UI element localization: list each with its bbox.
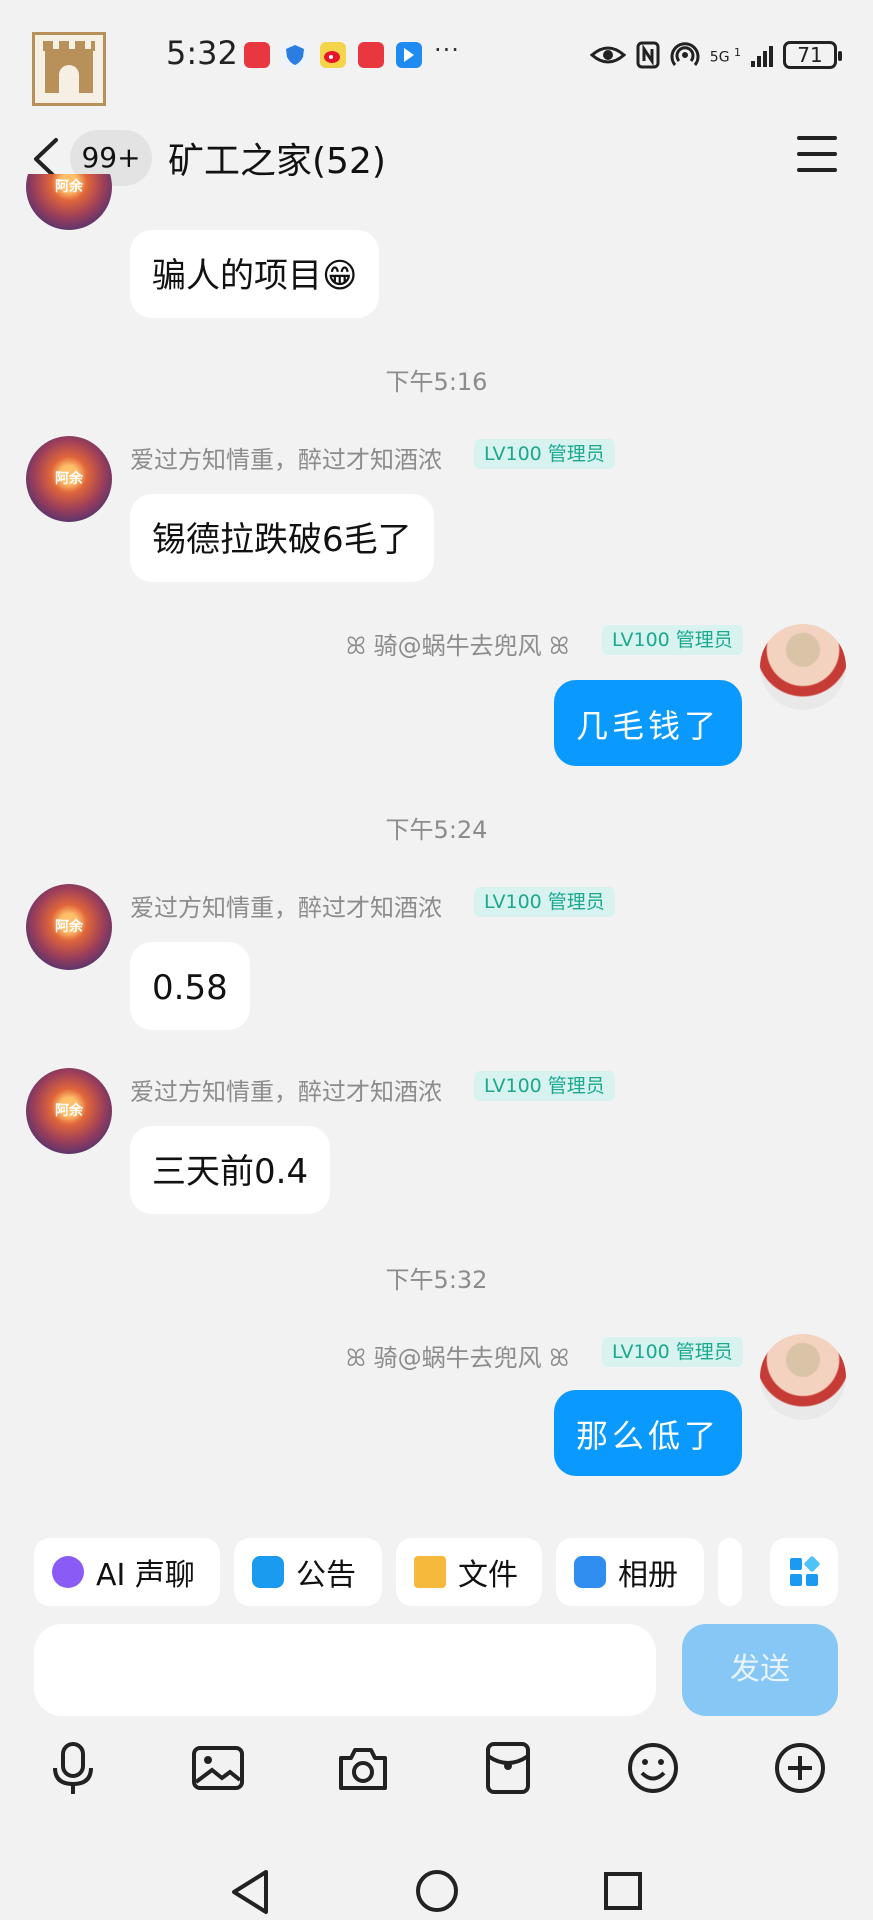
admin-badge: LV100 管理员 [602,625,743,655]
red-packet-icon[interactable] [480,1740,536,1796]
sender-name[interactable]: 爱过方知情重，醉过才知酒浓 [130,888,442,923]
app-grid-icon [790,1556,820,1586]
chat-header: 99+ 矿工之家(52) [0,112,873,212]
huawei-notification-icon [244,42,270,68]
chip-label: 公告 [296,1558,356,1593]
shield-notification-icon [282,42,308,68]
sim-index-label: 1 [734,45,741,59]
avatar[interactable]: 阿余 [26,1068,112,1154]
timestamp: 下午5:24 [385,816,488,844]
ai-voice-chat-chip[interactable]: AI 声聊 [34,1538,220,1606]
avatar[interactable] [760,624,846,710]
more-notifications-icon: ··· [434,36,460,64]
chip-label: 相册 [618,1558,678,1593]
admin-badge: LV100 管理员 [474,1071,615,1101]
battery-indicator: 71 [783,41,842,69]
message-bubble-self[interactable]: 那么低了 [554,1390,743,1476]
message-bubble-self[interactable]: 几毛钱了 [554,680,743,766]
avatar[interactable]: 阿余 [26,436,112,522]
nav-home-icon[interactable] [414,1868,460,1914]
network-type-label: 5G [709,49,730,66]
admin-badge: LV100 管理员 [602,1337,743,1367]
ai-voice-icon [52,1556,84,1588]
eye-comfort-icon [589,46,626,64]
timestamp: 下午5:16 [385,368,488,396]
album-chip[interactable]: 相册 [556,1538,704,1606]
status-bar: 5:32 ··· 5G 1 71 [0,0,873,112]
hamburger-menu-icon [797,136,837,172]
nfc-icon [636,41,660,69]
status-time: 5:32 [166,34,238,72]
signal-strength-icon [751,43,773,67]
timestamp: 下午5:32 [385,1266,488,1294]
app-notification-icon [396,42,422,68]
message-bubble[interactable]: 0.58 [130,942,250,1030]
avatar[interactable]: 阿余 [26,884,112,970]
message-input[interactable] [34,1624,656,1716]
sender-name[interactable]: 爱过方知情重，醉过才知酒浓 [130,1072,442,1107]
chip-label: 文件 [458,1558,518,1593]
files-chip[interactable]: 文件 [396,1538,542,1606]
plus-icon[interactable] [772,1740,828,1796]
message-bubble[interactable]: 骗人的项目😁 [130,230,380,318]
weibo-notification-icon [320,42,346,68]
emoji-icon[interactable] [625,1740,681,1796]
system-nav-bar [0,1820,873,1920]
album-icon [574,1556,606,1588]
chip-label: AI 声聊 [96,1558,195,1593]
message-bubble[interactable]: 锡德拉跌破6毛了 [130,494,434,582]
more-chip-partial[interactable] [718,1538,742,1606]
app-logo-icon [32,32,106,106]
sender-name[interactable]: ꕤ 骑@蜗牛去兜风 ꕤ [346,1338,569,1373]
microphone-icon[interactable] [45,1740,101,1796]
avatar[interactable] [760,1334,846,1420]
nav-back-icon[interactable] [228,1868,272,1916]
folder-icon [414,1556,446,1588]
admin-badge: LV100 管理员 [474,439,615,469]
page-title[interactable]: 矿工之家(52) [168,132,386,184]
message-bubble[interactable]: 三天前0.4 [130,1126,331,1214]
huawei-notification-icon-2 [358,42,384,68]
image-icon[interactable] [190,1740,246,1796]
announcement-chip[interactable]: 公告 [234,1538,382,1606]
menu-button[interactable] [797,136,837,176]
hotspot-icon [670,42,700,66]
camera-icon[interactable] [335,1740,391,1796]
app-grid-button[interactable] [770,1538,838,1606]
nav-recents-icon[interactable] [602,1870,644,1912]
sender-name[interactable]: ꕤ 骑@蜗牛去兜风 ꕤ [346,626,569,661]
sender-name[interactable]: 爱过方知情重，醉过才知酒浓 [130,440,442,475]
admin-badge: LV100 管理员 [474,887,615,917]
announcement-icon [252,1556,284,1588]
send-button[interactable]: 发送 [682,1624,838,1716]
